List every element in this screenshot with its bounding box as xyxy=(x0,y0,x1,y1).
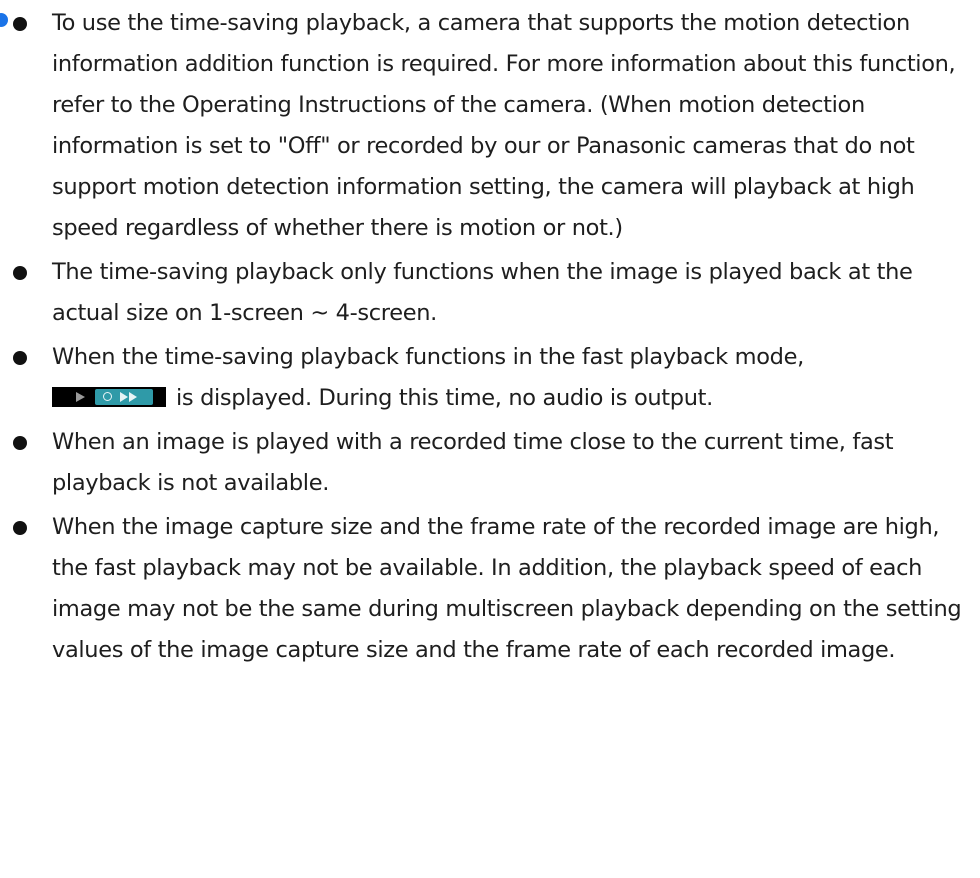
time-saving-fast-playback-indicator-icon xyxy=(52,386,166,407)
bullet-icon xyxy=(13,521,27,535)
fast-forward-arrow-icon xyxy=(120,391,128,402)
notes-list: To use the time-saving playback, a camer… xyxy=(12,3,978,674)
note-text: To use the time-saving playback, a camer… xyxy=(52,10,956,241)
note-item: To use the time-saving playback, a camer… xyxy=(12,3,978,249)
note-text-after-icon: is displayed. During this time, no audio… xyxy=(176,385,713,411)
bullet-icon xyxy=(13,436,27,450)
note-item: The time-saving playback only functions … xyxy=(12,252,978,334)
clock-icon xyxy=(103,391,112,401)
note-text: The time-saving playback only functions … xyxy=(52,259,913,326)
note-text-before-icon: When the time-saving playback functions … xyxy=(52,344,804,370)
note-item: When the time-saving playback functions … xyxy=(12,337,978,419)
note-text: When the image capture size and the fram… xyxy=(52,514,962,663)
time-saving-fast-forward-icon xyxy=(95,388,153,405)
bullet-icon xyxy=(13,17,27,31)
note-text: When an image is played with a recorded … xyxy=(52,429,894,496)
selection-marker-dot xyxy=(0,13,8,27)
bullet-icon xyxy=(13,266,27,280)
bullet-icon xyxy=(13,351,27,365)
note-item: When an image is played with a recorded … xyxy=(12,422,978,504)
fast-forward-arrow-icon xyxy=(129,391,137,402)
note-item: When the image capture size and the fram… xyxy=(12,507,978,671)
play-icon xyxy=(76,391,85,402)
